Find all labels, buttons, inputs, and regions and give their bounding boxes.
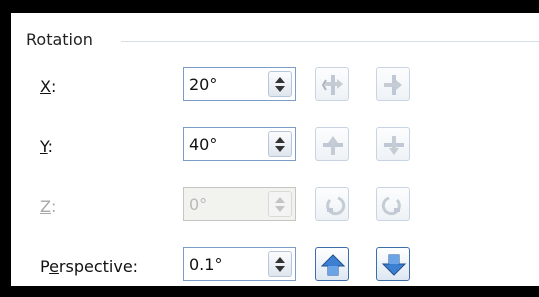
- x-spin-buttons[interactable]: [268, 71, 292, 97]
- perspective-increase-button[interactable]: [315, 247, 349, 281]
- group-divider: [121, 41, 539, 42]
- perspective-decrease-icon: [381, 254, 407, 276]
- z-rotation-spinner[interactable]: 0°: [183, 187, 296, 221]
- y-rotation-spinner[interactable]: 40°: [183, 127, 296, 161]
- rotate-y-down-button[interactable]: [376, 127, 410, 161]
- x-rotation-spinner[interactable]: 20°: [183, 67, 296, 101]
- chevron-up-icon[interactable]: [275, 256, 285, 263]
- perspective-decrease-button[interactable]: [376, 247, 410, 281]
- rotation-panel: Rotation X: 20° Y: 40° Z: 0° Perspective…: [11, 13, 539, 286]
- chevron-up-icon[interactable]: [275, 76, 285, 83]
- chevron-down-icon[interactable]: [275, 205, 285, 212]
- chevron-down-icon[interactable]: [275, 265, 285, 272]
- rotate-z-clockwise-button[interactable]: [376, 187, 410, 221]
- perspective-label: Perspective:: [40, 257, 139, 276]
- row-y: Y: 40°: [11, 127, 539, 167]
- row-x: X: 20°: [11, 67, 539, 107]
- rotate-z-counterclockwise-icon: [326, 196, 346, 216]
- row-z: Z: 0°: [11, 187, 539, 227]
- perspective-value[interactable]: 0.1°: [189, 255, 222, 275]
- rotate-x-left-button[interactable]: [315, 67, 349, 101]
- perspective-spin-buttons[interactable]: [268, 251, 292, 277]
- z-rotation-value[interactable]: 0°: [189, 195, 207, 215]
- rotate-z-counterclockwise-button[interactable]: [315, 187, 349, 221]
- y-label: Y:: [40, 137, 54, 156]
- chevron-up-icon[interactable]: [275, 196, 285, 203]
- y-spin-buttons[interactable]: [268, 131, 292, 157]
- chevron-up-icon[interactable]: [275, 136, 285, 143]
- x-rotation-value[interactable]: 20°: [189, 75, 217, 95]
- chevron-down-icon[interactable]: [275, 85, 285, 92]
- z-spin-buttons[interactable]: [268, 191, 292, 217]
- perspective-spinner[interactable]: 0.1°: [183, 247, 296, 281]
- z-label: Z:: [40, 197, 57, 216]
- rotate-z-clockwise-icon: [381, 196, 401, 216]
- perspective-increase-icon: [320, 254, 346, 276]
- group-title: Rotation: [26, 30, 101, 50]
- rotate-x-right-icon: [384, 75, 402, 95]
- row-perspective: Perspective: 0.1°: [11, 247, 539, 287]
- rotate-y-down-icon: [384, 136, 404, 155]
- rotate-x-left-icon: [321, 75, 343, 95]
- rotate-x-right-button[interactable]: [376, 67, 410, 101]
- rotate-y-up-button[interactable]: [315, 127, 349, 161]
- x-label: X:: [40, 77, 57, 96]
- y-rotation-value[interactable]: 40°: [189, 135, 217, 155]
- rotate-y-up-icon: [323, 136, 343, 155]
- chevron-down-icon[interactable]: [275, 145, 285, 152]
